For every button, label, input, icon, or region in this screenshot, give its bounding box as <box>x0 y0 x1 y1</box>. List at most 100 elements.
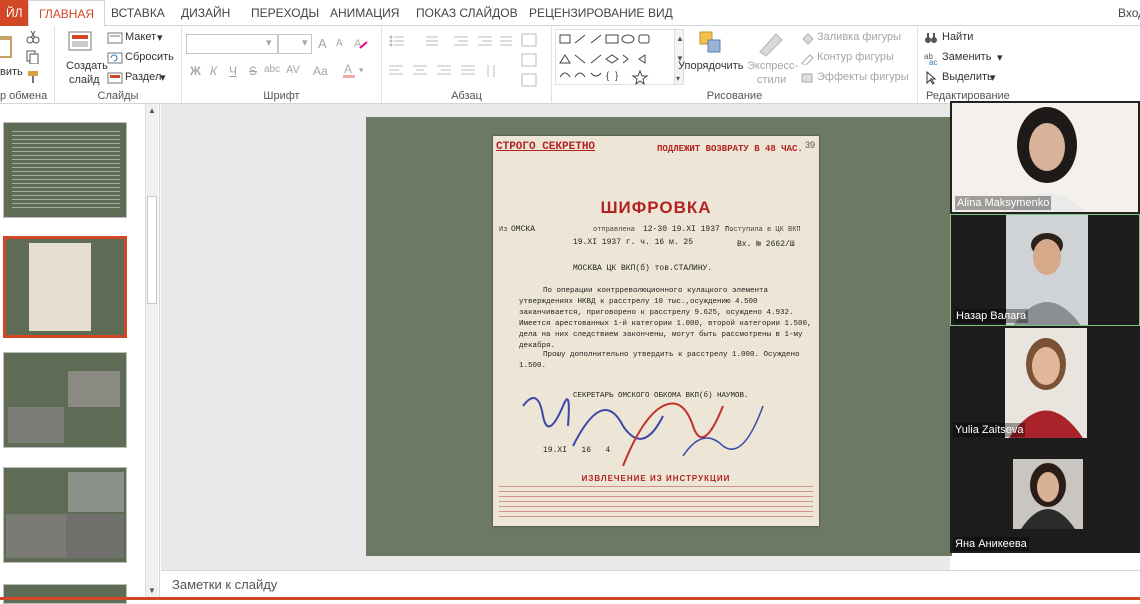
thumbnail-photo <box>8 407 64 443</box>
doc-page-number: 39 <box>805 140 816 150</box>
font-size-dropdown-arrow[interactable]: ▾ <box>302 36 308 49</box>
shape-effects-button[interactable]: Эффекты фигуры <box>817 71 909 83</box>
list-indent-icons[interactable] <box>388 34 514 48</box>
scroll-down-arrow[interactable]: ▼ <box>148 586 156 595</box>
reset-button[interactable]: Сбросить <box>125 51 174 63</box>
svg-text:▲: ▲ <box>676 34 684 43</box>
doc-date-line: 19.XI 16 4 <box>543 446 611 455</box>
doc-received-label: Поступила в ЦК ВКП <box>725 226 801 234</box>
svg-text:ac: ac <box>929 58 937 65</box>
layout-button[interactable]: Макет <box>125 31 156 43</box>
slide-thumbnail[interactable] <box>3 467 127 563</box>
paste-icon <box>0 36 12 58</box>
section-dropdown-arrow[interactable]: ▾ <box>160 71 166 84</box>
select-button[interactable]: Выделить <box>942 71 993 83</box>
slides-group-label: Слайды <box>97 90 139 102</box>
thumbnail-photo <box>66 514 124 558</box>
arrange-button[interactable]: Упорядочить <box>678 60 743 72</box>
underline-button[interactable]: Ч <box>229 64 237 78</box>
ribbon-tab-bar: ЙЛ ГЛАВНАЯ ВСТАВКА ДИЗАЙН ПЕРЕХОДЫ АНИМА… <box>0 0 1140 27</box>
shape-fill-button[interactable]: Заливка фигуры <box>817 31 901 43</box>
slides-group: Создать слайд Макет ▾ Сбросить Раздел ▾ … <box>55 26 182 104</box>
tab-slideshow[interactable]: ПОКАЗ СЛАЙДОВ <box>416 0 518 26</box>
copy-icon[interactable] <box>26 50 40 64</box>
doc-from-city: ОМСКА <box>511 225 536 234</box>
font-name-dropdown-arrow[interactable]: ▾ <box>266 36 272 49</box>
video-tile[interactable]: Alina Maksymenko <box>950 101 1140 214</box>
video-tile[interactable]: Yulia Zaitseva <box>950 326 1140 439</box>
grow-font-button[interactable]: A <box>318 36 327 51</box>
layout-icon <box>107 32 123 44</box>
participant-name: Yulia Zaitseva <box>953 423 1026 437</box>
font-color-icon[interactable]: A ▾ <box>342 62 370 78</box>
new-slide-button[interactable]: Создать <box>66 60 108 72</box>
change-case-button[interactable]: Aa <box>313 64 328 78</box>
paragraph-group: Абзац <box>382 26 552 104</box>
drawing-group-label: Рисование <box>706 90 763 102</box>
select-dropdown-arrow[interactable]: ▾ <box>990 71 996 84</box>
tab-view[interactable]: ВИД <box>648 0 673 26</box>
doc-incoming-number: Вх. № 2662/Ш <box>737 240 795 249</box>
slide-notes-area[interactable]: Заметки к слайду <box>161 570 1140 600</box>
font-name-input[interactable] <box>186 34 278 54</box>
shapes-gallery-scroll[interactable]: ▲▼▾ <box>674 29 684 85</box>
thumbnail-text-lines <box>12 131 120 209</box>
strikethrough-button[interactable]: S <box>249 64 257 78</box>
editing-group: Найти ab ac Заменить ▾ Выделить ▾ Редакти… <box>918 26 1140 104</box>
select-cursor-icon <box>926 71 937 85</box>
thumbnail-photo <box>6 514 66 558</box>
replace-button[interactable]: Заменить <box>942 51 991 63</box>
slide-thumbnail[interactable] <box>3 122 127 218</box>
shrink-font-button[interactable]: A <box>336 38 343 49</box>
tab-animation[interactable]: АНИМАЦИЯ <box>330 0 399 26</box>
italic-button[interactable]: К <box>210 64 217 78</box>
thumbnail-document-image <box>29 243 91 331</box>
thumbnails-scrollbar[interactable]: ▲ ▼ <box>145 104 158 600</box>
quick-styles-button[interactable]: Экспресс- <box>747 60 798 72</box>
slide-thumbnail[interactable] <box>3 584 127 604</box>
replace-icon: abac <box>924 52 937 65</box>
replace-dropdown-arrow[interactable]: ▾ <box>997 51 1003 64</box>
text-direction-icons[interactable] <box>520 32 546 90</box>
doc-sent-time: 12-30 19.XI 1937 г. <box>643 225 735 234</box>
video-tile[interactable]: Яна Аникеева <box>950 439 1140 553</box>
arrange-icon <box>699 31 721 53</box>
cut-icon[interactable] <box>26 30 40 44</box>
find-button[interactable]: Найти <box>942 31 973 43</box>
svg-text:A: A <box>344 62 352 76</box>
tab-home[interactable]: ГЛАВНАЯ <box>28 0 106 27</box>
char-spacing-button[interactable]: AV <box>286 64 300 76</box>
scrollbar-thumb[interactable] <box>147 196 157 304</box>
svg-text:▾: ▾ <box>359 65 364 75</box>
doc-addressee: МОСКВА ЦК ВКП(б) тов.СТАЛИНУ. <box>573 264 713 273</box>
tab-insert[interactable]: ВСТАВКА <box>111 0 165 26</box>
clipboard-group-label: р обмена <box>0 90 48 102</box>
tab-file[interactable]: ЙЛ <box>0 0 29 26</box>
slide-editing-area: СТРОГО СЕКРЕТНО ПОДЛЕЖИТ ВОЗВРАТУ В 48 Ч… <box>161 104 952 570</box>
tab-review[interactable]: РЕЦЕНЗИРОВАНИЕ <box>529 0 644 26</box>
tab-transitions[interactable]: ПЕРЕХОДЫ <box>251 0 319 26</box>
doc-return-notice: ПОДЛЕЖИТ ВОЗВРАТУ В 48 ЧАС. <box>657 144 803 154</box>
bold-button[interactable]: Ж <box>190 64 201 78</box>
align-icons[interactable] <box>388 64 514 78</box>
clear-formatting-icon[interactable]: A <box>354 36 368 50</box>
quick-styles-label[interactable]: стили <box>757 74 786 86</box>
section-button[interactable]: Раздел <box>125 71 161 83</box>
shape-outline-button[interactable]: Контур фигуры <box>817 51 894 63</box>
slide-thumbnail[interactable] <box>3 352 127 448</box>
notes-placeholder: Заметки к слайду <box>172 577 278 592</box>
layout-dropdown-arrow[interactable]: ▾ <box>157 31 163 44</box>
shadow-button[interactable]: abc <box>264 64 280 75</box>
current-slide[interactable]: СТРОГО СЕКРЕТНО ПОДЛЕЖИТ ВОЗВРАТУ В 48 Ч… <box>366 117 952 556</box>
format-painter-icon[interactable] <box>26 70 40 84</box>
slide-thumbnail-selected[interactable] <box>3 236 127 338</box>
sign-in-link[interactable]: Вход <box>1118 0 1140 26</box>
video-tile[interactable]: Назар Валага <box>950 214 1140 326</box>
new-slide-label[interactable]: слайд <box>69 74 100 86</box>
doc-top-secret: СТРОГО СЕКРЕТНО <box>496 141 596 153</box>
participant-name: Яна Аникеева <box>953 537 1029 551</box>
tab-design[interactable]: ДИЗАЙН <box>181 0 230 26</box>
paste-button[interactable]: вить <box>0 66 23 78</box>
shapes-gallery[interactable]: {} <box>555 29 675 85</box>
scroll-up-arrow[interactable]: ▲ <box>148 106 156 115</box>
